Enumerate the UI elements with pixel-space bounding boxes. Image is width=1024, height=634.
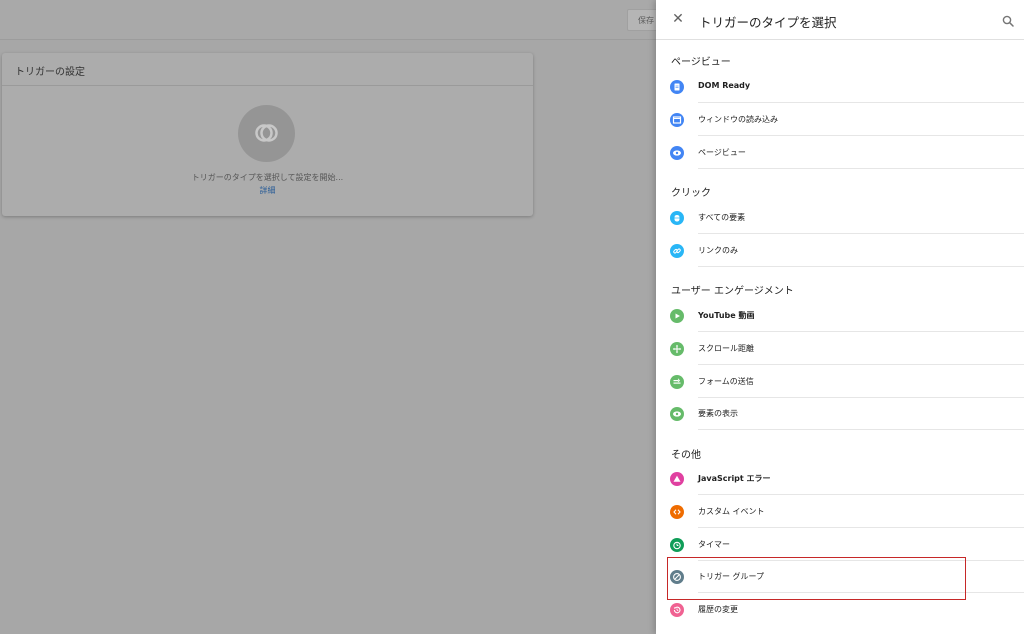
eye-icon bbox=[670, 146, 684, 160]
divider bbox=[698, 102, 1024, 103]
form-icon bbox=[670, 375, 684, 389]
trigger-item-window-loaded[interactable]: ウィンドウの読み込み bbox=[656, 104, 1024, 136]
trigger-item-element-visibility[interactable]: 要素の表示 bbox=[656, 398, 1024, 430]
timer-icon bbox=[670, 538, 684, 552]
trigger-placeholder-icon[interactable] bbox=[238, 105, 295, 162]
move-icon bbox=[670, 342, 684, 356]
trigger-item-label: YouTube 動画 bbox=[698, 311, 755, 320]
panel-title: トリガーのタイプを選択 bbox=[699, 15, 837, 30]
trigger-item-label: スクロール距離 bbox=[698, 344, 754, 353]
code-icon bbox=[670, 505, 684, 519]
section-header-engagement: ユーザー エンゲージメント bbox=[671, 286, 794, 297]
divider bbox=[698, 266, 1024, 267]
trigger-item-label: タイマー bbox=[698, 540, 730, 549]
trigger-item-custom-event[interactable]: カスタム イベント bbox=[656, 496, 1024, 528]
trigger-item-label: すべての要素 bbox=[698, 213, 746, 222]
play-icon bbox=[670, 309, 684, 323]
section-header-click: クリック bbox=[671, 188, 711, 199]
highlight-annotation-box bbox=[667, 557, 966, 600]
divider bbox=[698, 494, 1024, 495]
section-header-other: その他 bbox=[671, 450, 701, 461]
trigger-item-label: JavaScript エラー bbox=[698, 474, 771, 483]
trigger-item-youtube[interactable]: YouTube 動画 bbox=[656, 300, 1024, 332]
search-icon[interactable] bbox=[1002, 12, 1016, 27]
divider bbox=[698, 429, 1024, 430]
divider bbox=[698, 331, 1024, 332]
warning-icon bbox=[670, 472, 684, 486]
trigger-item-label: フォームの送信 bbox=[698, 377, 754, 386]
divider bbox=[698, 168, 1024, 169]
link-icon bbox=[670, 244, 684, 258]
background-toolbar bbox=[0, 0, 656, 40]
divider bbox=[698, 527, 1024, 528]
panel-header: ✕ トリガーのタイプを選択 bbox=[656, 0, 1024, 40]
divider bbox=[698, 135, 1024, 136]
trigger-item-label: ウィンドウの読み込み bbox=[698, 115, 778, 124]
close-icon[interactable]: ✕ bbox=[670, 11, 686, 27]
trigger-item-links-only[interactable]: リンクのみ bbox=[656, 235, 1024, 267]
trigger-item-page-view[interactable]: ページビュー bbox=[656, 137, 1024, 169]
trigger-item-scroll-depth[interactable]: スクロール距離 bbox=[656, 333, 1024, 365]
details-link[interactable]: 詳細 bbox=[2, 185, 533, 196]
trigger-item-all-elements[interactable]: すべての要素 bbox=[656, 202, 1024, 234]
trigger-item-form-submit[interactable]: フォームの送信 bbox=[656, 366, 1024, 398]
trigger-item-label: 要素の表示 bbox=[698, 409, 738, 418]
section-header-pageview: ページビュー bbox=[671, 57, 731, 68]
trigger-item-js-error[interactable]: JavaScript エラー bbox=[656, 463, 1024, 495]
trigger-item-label: 履歴の変更 bbox=[698, 605, 738, 614]
trigger-item-dom-ready[interactable]: DOM Ready bbox=[656, 71, 1024, 103]
window-icon bbox=[670, 113, 684, 127]
trigger-item-label: カスタム イベント bbox=[698, 507, 765, 516]
trigger-type-panel: ✕ トリガーのタイプを選択 ページビュー DOM Ready ウィンドウの読み込… bbox=[656, 0, 1024, 634]
eye-icon bbox=[670, 407, 684, 421]
document-icon bbox=[670, 80, 684, 94]
cursor-click-icon bbox=[670, 211, 684, 225]
trigger-item-label: リンクのみ bbox=[698, 246, 738, 255]
trigger-config-card[interactable]: トリガーの設定 トリガーのタイプを選択して設定を開始... 詳細 bbox=[2, 53, 533, 216]
trigger-item-label: DOM Ready bbox=[698, 81, 751, 90]
divider bbox=[698, 233, 1024, 234]
card-title: トリガーの設定 bbox=[2, 53, 533, 86]
config-hint: トリガーのタイプを選択して設定を開始... bbox=[191, 173, 344, 182]
trigger-item-label: ページビュー bbox=[698, 148, 746, 157]
divider bbox=[698, 364, 1024, 365]
history-icon bbox=[670, 603, 684, 617]
